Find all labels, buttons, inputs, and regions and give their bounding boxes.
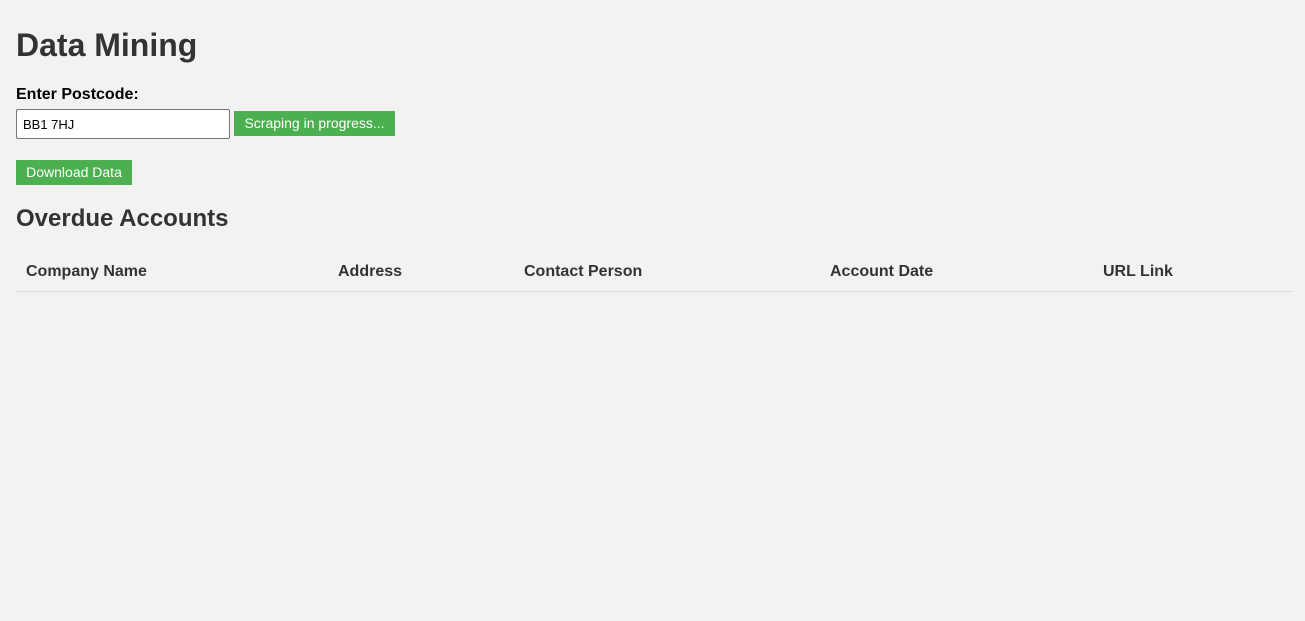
section-title: Overdue Accounts [16,205,229,232]
table-header: Company Name Address Contact Person Acco… [16,252,1294,292]
postcode-input[interactable] [16,109,230,139]
page: Data Mining Enter Postcode: Scraping in … [0,0,1305,621]
column-header-company-name: Company Name [16,252,328,292]
postcode-label: Enter Postcode: [16,86,139,103]
table-header-row: Company Name Address Contact Person Acco… [16,252,1294,292]
column-header-account-date: Account Date [820,252,1093,292]
column-header-address: Address [328,252,514,292]
download-data-button[interactable]: Download Data [16,160,132,185]
column-header-url-link: URL Link [1093,252,1294,292]
overdue-accounts-table: Company Name Address Contact Person Acco… [16,252,1294,292]
column-header-contact-person: Contact Person [514,252,820,292]
page-title: Data Mining [16,27,198,63]
scrape-button[interactable]: Scraping in progress... [234,111,395,136]
